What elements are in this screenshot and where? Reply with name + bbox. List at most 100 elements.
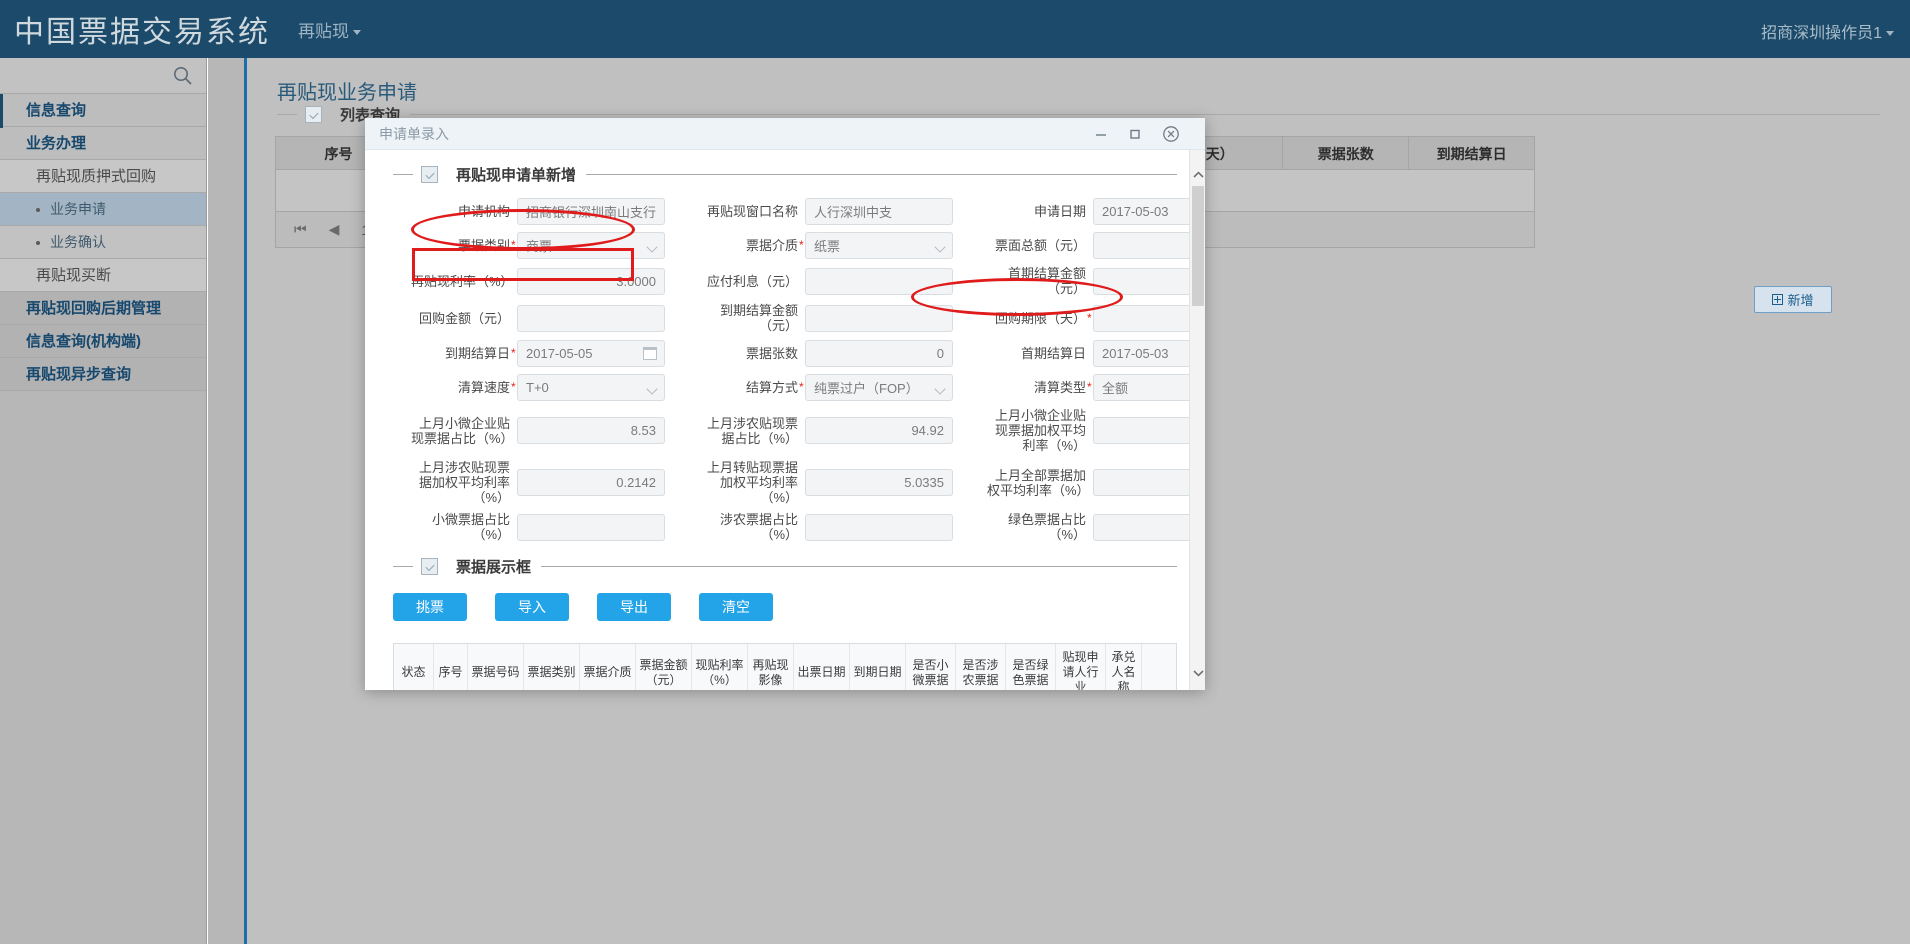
- field-label-text: 申请日期: [1033, 204, 1086, 219]
- sidebar-item-5[interactable]: 再贴现买断: [0, 259, 206, 292]
- sidebar-item-2[interactable]: 再贴现质押式回购: [0, 160, 206, 193]
- field-label-text: 票据类别: [457, 238, 510, 253]
- field-input[interactable]: 94.92: [805, 417, 953, 444]
- bill-table-column-header[interactable]: 再贴现影像: [748, 644, 794, 690]
- button-label: 清空: [722, 599, 750, 615]
- sidebar-item-label: 再贴现异步查询: [26, 366, 132, 383]
- dialog-scroll-content: 再贴现申请单新增 申请机构 招商银行深圳南山支行 再贴现窗口名称 人行深圳中支 申请日期…: [365, 150, 1205, 690]
- field-label-text: 首期结算日: [1020, 346, 1086, 361]
- bill-section-title: 票据展示框: [456, 559, 532, 576]
- field-date-input[interactable]: 2017-05-05: [517, 340, 665, 367]
- bill-table-column-header[interactable]: 状态: [394, 644, 434, 690]
- field-value: 纯票过户（FOP）: [814, 381, 919, 396]
- field-label: 清算速度 *: [411, 380, 517, 395]
- field-label-text: 到期结算日: [444, 346, 510, 361]
- pager-first-button[interactable]: ⏮: [294, 221, 307, 238]
- field-label-text: 上月小微企业贴现票据占比（%）: [411, 415, 514, 446]
- field-input[interactable]: [517, 304, 665, 332]
- module-menu-rediscount[interactable]: 再贴现: [298, 17, 361, 42]
- field-select[interactable]: 纸票: [805, 232, 953, 259]
- user-menu[interactable]: 招商深圳操作员1: [1761, 19, 1894, 43]
- section-collapse-toggle[interactable]: [421, 165, 438, 183]
- bill-table-column-header[interactable]: 是否小微票据: [906, 644, 956, 690]
- field-input[interactable]: [517, 513, 665, 541]
- bill-table-column-header[interactable]: 票据介质: [580, 644, 636, 690]
- field-select[interactable]: 纯票过户（FOP）: [805, 374, 953, 401]
- sidebar-search-row[interactable]: [0, 58, 206, 94]
- field-label: 申请机构: [411, 204, 517, 219]
- sidebar-item-0[interactable]: 信息查询: [0, 94, 206, 127]
- app-brand-title: 中国票据交易系统: [14, 16, 270, 49]
- field-input[interactable]: 5.0335: [805, 469, 953, 496]
- bill-section-collapse-toggle[interactable]: [421, 558, 438, 575]
- field-label-text: 上月全部票据加权平均利率（%）: [987, 467, 1090, 498]
- scroll-up-icon[interactable]: [1190, 166, 1205, 184]
- sidebar: 信息查询 业务办理 再贴现质押式回购 业务申请 业务确认再贴现买断再贴现回购后期管理 信息…: [0, 58, 207, 944]
- bill-table-column-header[interactable]: 是否绿色票据: [1006, 644, 1056, 690]
- search-icon[interactable]: [172, 65, 194, 87]
- field-input[interactable]: 3.0000: [517, 267, 665, 295]
- bill-table-column-header[interactable]: 序号: [434, 644, 468, 690]
- list-query-collapse-toggle[interactable]: [305, 105, 322, 123]
- field-input[interactable]: [805, 304, 953, 332]
- sidebar-item-label: 再贴现买断: [36, 267, 112, 284]
- field-label: 上月涉农贴现票据加权平均利率（%）: [411, 460, 517, 505]
- required-marker-icon: *: [799, 238, 804, 252]
- pick-bill-button[interactable]: 挑票: [393, 593, 467, 621]
- field-label: 上月转贴现票据加权平均利率（%）: [699, 460, 805, 505]
- required-marker-icon: *: [1087, 310, 1092, 325]
- bill-table-column-header[interactable]: 贴现申请人行业: [1056, 644, 1106, 690]
- bill-table-column-header[interactable]: 到期日期: [850, 644, 906, 690]
- sidebar-item-7[interactable]: 信息查询(机构端): [0, 325, 206, 358]
- field-value: 纸票: [814, 239, 841, 254]
- sidebar-item-4[interactable]: 业务确认: [0, 226, 206, 259]
- column-header-label: 贴现申请人行业: [1062, 650, 1099, 690]
- field-input[interactable]: 人行深圳中支: [805, 198, 953, 225]
- scroll-down-icon[interactable]: [1190, 664, 1205, 682]
- import-button[interactable]: 导入: [495, 593, 569, 621]
- close-icon[interactable]: [1155, 118, 1187, 150]
- pager-prev-button[interactable]: ◀: [329, 221, 340, 238]
- field-label: 票据类别 *: [411, 238, 517, 253]
- bill-table-column-header[interactable]: 票据号码: [468, 644, 524, 690]
- bill-table-column-header[interactable]: 票据金额（元）: [636, 644, 692, 690]
- sidebar-item-1[interactable]: 业务办理: [0, 127, 206, 160]
- calendar-icon[interactable]: [643, 347, 657, 360]
- field-label-text: 再贴现窗口名称: [706, 204, 798, 219]
- column-header-label: 票据金额（元）: [639, 657, 688, 687]
- field-input[interactable]: [805, 267, 953, 295]
- sidebar-item-6[interactable]: 再贴现回购后期管理: [0, 292, 206, 325]
- field-input[interactable]: 0: [805, 340, 953, 367]
- bill-table-column-header[interactable]: 出票日期: [794, 644, 850, 690]
- maximize-icon[interactable]: [1119, 118, 1151, 150]
- dialog-scrollbar[interactable]: [1189, 150, 1205, 690]
- field-select[interactable]: 商票: [517, 232, 665, 259]
- bill-action-button-row: 挑票 导入 导出 清空: [393, 593, 1175, 621]
- bill-table-column-header[interactable]: 承兑人名称: [1106, 644, 1142, 690]
- field-select[interactable]: T+0: [517, 374, 665, 401]
- field-input[interactable]: 8.53: [517, 417, 665, 444]
- export-button[interactable]: 导出: [597, 593, 671, 621]
- sidebar-item-8[interactable]: 再贴现异步查询: [0, 358, 206, 391]
- add-button-label: 新增: [1787, 293, 1814, 308]
- bullet-icon: [36, 208, 40, 213]
- field-input[interactable]: [805, 513, 953, 541]
- button-label: 导出: [620, 599, 648, 615]
- field-value: 商票: [526, 239, 553, 254]
- field-input[interactable]: 招商银行深圳南山支行: [517, 198, 665, 225]
- minimize-icon[interactable]: [1085, 118, 1117, 150]
- add-button[interactable]: 新增: [1754, 286, 1832, 313]
- sidebar-item-3[interactable]: 业务申请: [0, 193, 206, 226]
- bill-table-column-header[interactable]: 是否涉农票据: [956, 644, 1006, 690]
- bill-table-column-header[interactable]: 票据类别: [524, 644, 580, 690]
- clear-button[interactable]: 清空: [699, 593, 773, 621]
- field-label: 涉农票据占比（%）: [699, 512, 805, 542]
- bill-table-column-header[interactable]: 现贴利率（%）: [692, 644, 748, 690]
- field-input[interactable]: 0.2142: [517, 469, 665, 496]
- field-value: 0.2142: [616, 475, 656, 490]
- bill-display-fieldset-header: 票据展示框: [393, 556, 1177, 577]
- column-header-label: 现贴利率（%）: [695, 657, 744, 687]
- field-value: 0: [936, 346, 944, 361]
- scrollbar-thumb[interactable]: [1192, 186, 1204, 306]
- column-header-label: 是否涉农票据: [962, 657, 999, 687]
